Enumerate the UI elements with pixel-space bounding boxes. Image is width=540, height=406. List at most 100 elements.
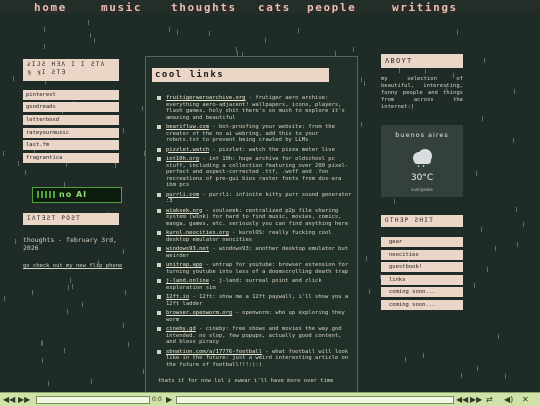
rain-drop [523,222,524,227]
entry-link[interactable]: browser.openworm.org [166,310,232,316]
link-entry: fruitigeraeroarchive.org - frutiger aero… [157,95,352,121]
rain-drop [369,289,370,294]
nav-people[interactable]: people [307,1,356,14]
entry-link[interactable]: sbnation.com/a/17776-football [166,349,262,355]
rain-drop [425,69,426,74]
entry-link[interactable]: 12ft.io [166,294,189,300]
time-readout: 0:0 [152,396,162,403]
rewind-icon[interactable]: ◀◀ [456,395,468,404]
rain-drop [423,353,424,358]
link-links[interactable]: links [381,275,463,285]
rain-drop [361,122,362,127]
rain-drop [457,30,458,35]
entry-link[interactable]: windows93.net [166,246,209,252]
nav-cats[interactable]: cats [258,1,291,14]
entry-link[interactable]: purrli.com [166,192,199,198]
play-icon[interactable]: ▶ [166,395,172,404]
seek-bar[interactable] [176,396,454,404]
rain-drop [44,44,45,49]
nav-music[interactable]: music [101,1,142,14]
latest-post-link[interactable]: go check out my new flip phone [23,263,123,269]
prev-icon[interactable]: ◀◀ [3,395,15,404]
rain-drop [123,249,124,254]
link-fragrantica[interactable]: fragrantica [23,153,119,163]
bullet-icon [157,157,161,161]
cool-links-panel: cool links fruitigeraeroarchive.org - fr… [145,56,358,394]
other-heading: ΟΤΗƎΡ ƧΗΙΤ [381,215,463,227]
rain-drop [514,89,515,94]
next-icon[interactable]: ▶▶ [18,395,30,404]
link-entry: j-land.online - j-land: surreal point an… [157,278,352,291]
entry-link[interactable]: pizzlet.watch [166,147,209,153]
link-guestbook[interactable]: guestbook! [381,262,463,272]
rain-drop [125,290,126,295]
sites-heading: ƨIJƧ ΗƎΛ Ι Ι ƧΤΛ ʞ ʞΙ ƧΤƎ [23,59,119,81]
entry-link[interactable]: fruitigeraeroarchive.org [166,95,245,101]
link-entry: cineby.gd - cineby: free shows and movie… [157,326,352,346]
rain-drop [42,358,43,363]
rain-drop [128,342,129,347]
link-entry: unitrap.app - untrap for youtube: browse… [157,262,352,275]
bullet-icon [157,311,161,315]
entry-link[interactable]: j-land.online [166,278,209,284]
rain-drop [484,58,485,63]
rain-drop [366,256,367,261]
rain-drop [48,381,49,386]
link-entry: sbnation.com/a/17776-football - what foo… [157,349,352,369]
rain-drop [94,38,95,43]
link-entry: browser.openworm.org - openworm: who up … [157,310,352,323]
badge-stripe-icon [37,191,55,198]
rain-drop [361,77,362,82]
rain-drop [115,163,116,168]
bullet-icon [157,147,161,152]
link-goodreads[interactable]: goodreads [23,102,119,112]
rain-drop [72,284,73,289]
link-coming-soon-2[interactable]: coming soon... [381,300,463,310]
link-entry: wiaksek.org - soulseek: centralized p2p … [157,208,352,228]
music-player: ◀◀ ▶▶ 0:0 ▶ ◀◀ ▶▶ ⇄ ◀) ✕ [0,392,540,406]
entry-link[interactable]: int10h.org [166,156,199,162]
nav-writings[interactable]: writings [392,1,458,14]
entry-link[interactable]: cineby.gd [166,326,196,332]
link-letterboxd[interactable]: letterboxd [23,115,119,125]
nav-home[interactable]: home [34,1,67,14]
latest-post-title: thoughts - february 3rd, 2026 [23,236,117,252]
rain-drop [18,161,19,166]
link-coming-soon-1[interactable]: coming soon... [381,287,463,297]
rain-drop [25,170,26,175]
no-ai-badge-text: no AI [59,190,88,199]
link-rateyourmusic[interactable]: rateyourmusic [23,128,119,138]
close-icon[interactable]: ✕ [522,395,529,404]
entry-link[interactable]: unitrap.app [166,262,202,268]
rain-drop [399,68,400,73]
rain-drop [169,27,170,32]
link-lastfm[interactable]: last.fm [23,140,119,150]
entry-link[interactable]: wiaksek.org [166,208,202,214]
nav-thoughts[interactable]: thoughts [171,1,237,14]
bullet-icon [157,327,161,331]
rain-drop [4,296,5,301]
entry-description: - pizzlet: watch the pizza meter live [209,146,335,153]
forward-icon[interactable]: ▶▶ [470,395,482,404]
rain-drop [364,81,365,86]
entry-link[interactable]: bearifluw.com [166,124,209,130]
rain-drop [405,357,406,362]
progress-bar[interactable] [36,396,150,404]
rain-drop [177,30,178,35]
no-ai-badge[interactable]: no AI [32,187,122,203]
footer-note: thats it for now lol i swear i'll have m… [158,378,334,384]
link-neocities[interactable]: neocities [381,250,463,260]
volume-icon[interactable]: ◀) [504,395,513,404]
bullet-icon [157,295,161,299]
rain-drop [91,379,92,384]
bullet-icon [157,96,161,100]
entry-link[interactable]: kurol.neocities.org [166,230,229,236]
link-entry: windows93.net - windows93: another deskt… [157,246,352,259]
rain-drop [143,369,144,374]
shuffle-icon[interactable]: ⇄ [486,395,493,404]
rain-drop [487,267,488,272]
link-gear[interactable]: gear [381,237,463,247]
bullet-icon [157,208,161,213]
link-pinterest[interactable]: pinterest [23,90,119,100]
rain-drop [70,278,71,283]
